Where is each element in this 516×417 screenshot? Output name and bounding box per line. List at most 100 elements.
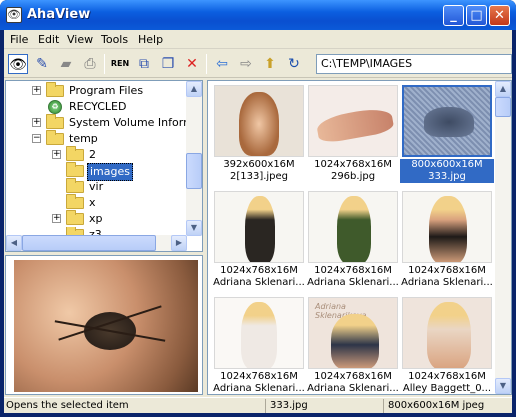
tree-horizontal-scrollbar[interactable]: ◀ ▶ (6, 235, 187, 251)
status-message: Opens the selected item (4, 399, 266, 413)
copy-icon[interactable]: ❐ (158, 54, 178, 74)
tree-item-program-files[interactable]: + Program Files (6, 82, 187, 99)
toolbar-separator (206, 54, 207, 74)
folder-open-icon (66, 162, 84, 177)
thumbnail-item-selected[interactable]: 800x600x16M 333.jpg (400, 83, 494, 185)
window-title: AhaView (27, 7, 91, 22)
expand-icon[interactable]: + (52, 214, 61, 223)
scroll-thumb[interactable] (22, 235, 156, 251)
thumbnail-image (214, 297, 304, 369)
tree-item-label: x (89, 196, 96, 209)
delete-icon[interactable]: ✕ (182, 54, 202, 74)
thumbnail-image (214, 191, 304, 263)
folder-icon (66, 146, 84, 161)
thumbnail-item[interactable]: 1024x768x16M Adriana Sklenari... (212, 189, 306, 291)
thumbnail-item[interactable]: 1024x768x16M Alley Baggett_0... (400, 295, 494, 394)
rename-icon[interactable]: REN (110, 54, 130, 74)
folder-tree[interactable]: + Program Files ♻ RECYCLED + System Volu… (5, 80, 203, 252)
thumbnail-dims: 1024x768x16M (408, 371, 486, 382)
collapse-icon[interactable]: − (32, 134, 41, 143)
thumbnail-dims: 1024x768x16M (314, 159, 392, 170)
scroll-down-icon[interactable]: ▼ (186, 220, 202, 236)
view-icon[interactable]: 👁 (8, 54, 28, 74)
address-input[interactable]: C:\TEMP\IMAGES (316, 54, 512, 74)
tree-item-images[interactable]: images (6, 162, 187, 181)
scroll-left-icon[interactable]: ◀ (6, 235, 22, 251)
tree-vertical-scrollbar[interactable]: ▲ ▼ (186, 81, 202, 236)
thumbnail-image (402, 191, 492, 263)
expand-icon[interactable]: + (52, 150, 61, 159)
menu-edit[interactable]: Edit (38, 33, 59, 46)
thumbnail-dims: 1024x768x16M (314, 265, 392, 276)
thumbnail-name: 2[133].jpeg (229, 171, 289, 182)
scroll-thumb[interactable] (186, 153, 202, 189)
title-bar[interactable]: 👁 AhaView _ □ ✕ (0, 0, 516, 30)
folder-icon (66, 194, 84, 209)
thumbnail-image (308, 191, 398, 263)
tree-item-xp[interactable]: + xp (6, 210, 187, 227)
thumbnail-dims: 800x600x16M (400, 159, 494, 171)
recycle-bin-icon: ♻ (48, 100, 62, 114)
up-folder-icon[interactable]: ⬆ (260, 54, 280, 74)
thumbnail-name: Alley Baggett_0... (402, 383, 492, 394)
thumbnail-name: Adriana Sklenari... (213, 277, 305, 288)
thumbnail-name: Adriana Sklenari... (213, 383, 305, 394)
thumbnail-dims: 1024x768x16M (220, 371, 298, 382)
tree-item-temp[interactable]: − temp (6, 130, 187, 147)
thumbnail-item[interactable]: Adriana Sklenarikova 1024x768x16M Adrian… (306, 295, 400, 394)
status-bar: Opens the selected item 333.jpg 800x600x… (4, 397, 512, 413)
gallery-vertical-scrollbar[interactable]: ▲ ▼ (495, 81, 511, 394)
tree-item-x[interactable]: x (6, 194, 187, 211)
tree-item-label: 2 (89, 148, 96, 161)
scroll-thumb[interactable] (495, 97, 511, 117)
menu-view[interactable]: View (67, 33, 93, 46)
folder-icon (66, 210, 84, 225)
back-arrow-icon[interactable]: ⇦ (212, 54, 232, 74)
folder-icon (46, 114, 64, 129)
thumbnail-item[interactable]: 1024x768x16M 296b.jpg (306, 83, 400, 185)
tree-item-label: System Volume Informatic (69, 116, 203, 129)
thumbnail-name: Adriana Sklenari... (401, 277, 493, 288)
thumbnail-dims: 392x600x16M (223, 159, 295, 170)
tree-item-2[interactable]: + 2 (6, 146, 187, 163)
folder-up-icon[interactable]: ▰ (56, 54, 76, 74)
thumbnail-dims: 1024x768x16M (408, 265, 486, 276)
maximize-button[interactable]: □ (466, 5, 487, 26)
tree-item-label: xp (89, 212, 103, 225)
image-preview[interactable] (5, 255, 203, 395)
forward-arrow-icon[interactable]: ⇨ (236, 54, 256, 74)
eye-icon[interactable]: 👁 (6, 7, 22, 23)
status-info: 800x600x16M jpeg (388, 400, 485, 411)
folder-icon (46, 82, 64, 97)
thumbnail-item[interactable]: 392x600x16M 2[133].jpeg (212, 83, 306, 185)
thumbnail-image: Adriana Sklenarikova (308, 297, 398, 369)
refresh-icon[interactable]: ↻ (284, 54, 304, 74)
edit-pen-icon[interactable]: ✎ (32, 54, 52, 74)
tree-item-label: temp (69, 132, 98, 145)
menu-file[interactable]: File (10, 33, 28, 46)
scroll-up-icon[interactable]: ▲ (495, 81, 511, 97)
close-button[interactable]: ✕ (489, 5, 510, 26)
expand-icon[interactable]: + (32, 86, 41, 95)
thumbnail-item[interactable]: 1024x768x16M Adriana Sklenari... (212, 295, 306, 394)
tree-item-system-volume[interactable]: + System Volume Informatic (6, 114, 202, 131)
scroll-up-icon[interactable]: ▲ (186, 81, 202, 97)
app-window: 👁 AhaView _ □ ✕ File Edit View Tools Hel… (0, 0, 516, 417)
scroll-down-icon[interactable]: ▼ (495, 378, 511, 394)
menu-help[interactable]: Help (138, 33, 163, 46)
minimize-button[interactable]: _ (443, 5, 464, 26)
thumbnail-item[interactable]: 1024x768x16M Adriana Sklenari... (306, 189, 400, 291)
tree-item-recycled[interactable]: ♻ RECYCLED (6, 99, 187, 115)
thumbnail-image (308, 85, 398, 157)
menu-tools[interactable]: Tools (101, 33, 128, 46)
tree-item-vir[interactable]: vir (6, 178, 187, 195)
thumbnail-name: 296b.jpg (330, 171, 376, 182)
thumbnail-gallery[interactable]: 392x600x16M 2[133].jpeg 1024x768x16M 296… (207, 80, 512, 395)
thumbnail-dims: 1024x768x16M (220, 265, 298, 276)
expand-icon[interactable]: + (32, 118, 41, 127)
scroll-right-icon[interactable]: ▶ (171, 235, 187, 251)
thumbnail-name: 333.jpg (400, 171, 494, 183)
print-icon[interactable]: ⎙ (80, 54, 100, 74)
move-icon[interactable]: ⧉ (134, 54, 154, 74)
thumbnail-item[interactable]: 1024x768x16M Adriana Sklenari... (400, 189, 494, 291)
